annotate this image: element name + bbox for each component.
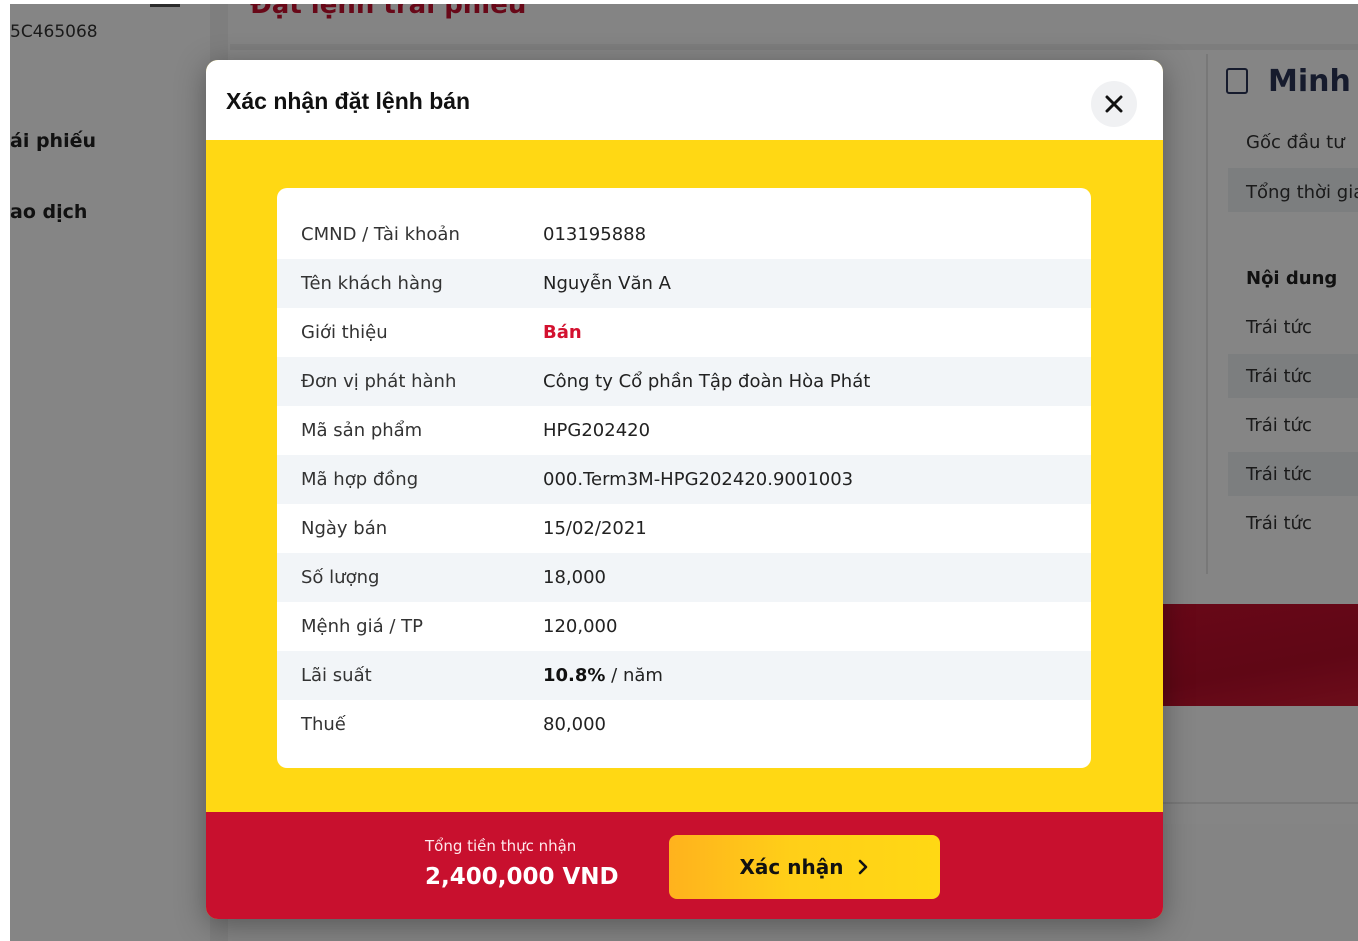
detail-row-issuer: Đơn vị phát hành Công ty Cổ phần Tập đoà… [277, 357, 1091, 406]
detail-row-interest-rate: Lãi suất 10.8% / năm [277, 651, 1091, 700]
detail-row-quantity: Số lượng 18,000 [277, 553, 1091, 602]
detail-value: Nguyễn Văn A [543, 273, 671, 294]
detail-row-contract: Mã hợp đồng 000.Term3M-HPG202420.9001003 [277, 455, 1091, 504]
detail-row-customer: Tên khách hàng Nguyễn Văn A [277, 259, 1091, 308]
confirm-button-label: Xác nhận [739, 855, 844, 879]
detail-label: Giới thiệu [301, 322, 388, 343]
detail-row-par-value: Mệnh giá / TP 120,000 [277, 602, 1091, 651]
detail-value: 120,000 [543, 616, 618, 637]
detail-label: Ngày bán [301, 518, 388, 539]
detail-value: Công ty Cổ phần Tập đoàn Hòa Phát [543, 371, 871, 392]
detail-label: Số lượng [301, 567, 380, 588]
detail-value: HPG202420 [543, 420, 651, 441]
dialog-title: Xác nhận đặt lệnh bán [226, 88, 471, 114]
dialog-header: Xác nhận đặt lệnh bán [206, 60, 1163, 140]
interest-rate-unit: / năm [605, 665, 663, 686]
interest-rate-value: 10.8% / năm [543, 665, 663, 686]
chevron-right-icon [859, 859, 868, 875]
detail-label: Mã hợp đồng [301, 469, 419, 490]
detail-label: Mệnh giá / TP [301, 616, 423, 637]
detail-row-sell-date: Ngày bán 15/02/2021 [277, 504, 1091, 553]
detail-label: Mã sản phẩm [301, 420, 423, 441]
total-received-value: 2,400,000 VND [425, 864, 619, 890]
detail-label: Đơn vị phát hành [301, 371, 457, 392]
detail-value: 18,000 [543, 567, 606, 588]
detail-row-type: Giới thiệu Bán [277, 308, 1091, 357]
detail-row-tax: Thuế 80,000 [277, 700, 1091, 749]
detail-row-product-code: Mã sản phẩm HPG202420 [277, 406, 1091, 455]
dialog-footer: Tổng tiền thực nhận 2,400,000 VND Xác nh… [206, 812, 1163, 919]
dialog-body: CMND / Tài khoản 013195888 Tên khách hàn… [206, 140, 1163, 812]
detail-label: Thuế [301, 714, 346, 735]
detail-label: Lãi suất [301, 665, 372, 686]
detail-label: CMND / Tài khoản [301, 224, 460, 245]
total-received-label: Tổng tiền thực nhận [425, 837, 577, 855]
detail-label: Tên khách hàng [301, 273, 443, 294]
detail-value: 15/02/2021 [543, 518, 647, 539]
order-details-card: CMND / Tài khoản 013195888 Tên khách hàn… [277, 188, 1091, 768]
close-button[interactable] [1091, 81, 1137, 127]
confirm-sell-dialog: Xác nhận đặt lệnh bán CMND / Tài khoản 0… [206, 60, 1163, 919]
detail-value: 013195888 [543, 224, 647, 245]
interest-rate-number: 10.8% [543, 665, 606, 686]
detail-row-account: CMND / Tài khoản 013195888 [277, 210, 1091, 259]
detail-value: 000.Term3M-HPG202420.9001003 [543, 469, 854, 490]
order-type-value: Bán [543, 322, 582, 343]
close-icon [1105, 95, 1123, 113]
detail-value: 80,000 [543, 714, 606, 735]
confirm-button[interactable]: Xác nhận [669, 835, 940, 899]
